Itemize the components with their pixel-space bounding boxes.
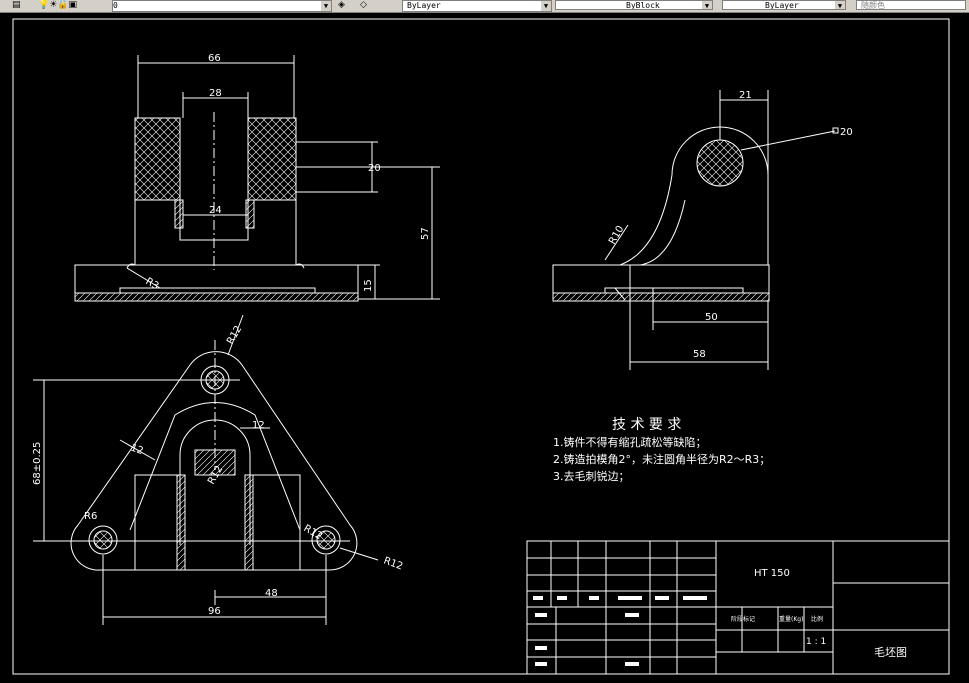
dim-d20: 20 (840, 127, 853, 138)
dim-58: 58 (693, 349, 706, 360)
dim-21: 21 (739, 90, 752, 101)
make-layer-current-icon[interactable]: ◈ (338, 0, 345, 11)
layer-previous-icon[interactable]: ◇ (360, 0, 367, 11)
tech-item-2: 2.铸造拍模角2°，未注圆角半径为R2～R3； (553, 452, 770, 466)
scale-label: 比例 (811, 615, 823, 623)
dim-r10: R10 (607, 224, 626, 247)
dim-66: 66 (208, 53, 221, 64)
tech-title: 技 术 要 求 (612, 417, 681, 433)
layer-state-icons[interactable]: 💡☀🔓▣ (38, 0, 77, 11)
side-hole (696, 139, 744, 187)
drawing-canvas[interactable]: 66 28 24 20 57 15 R3 21 20 R10 50 58 R12… (0, 13, 969, 683)
dim-r3: R3 (144, 276, 161, 292)
cad-drawing: 66 28 24 20 57 15 R3 21 20 R10 50 58 R12… (12, 18, 950, 675)
dim-12a: 12 (129, 442, 145, 457)
hatch-right (247, 117, 297, 201)
chevron-down-icon: ▼ (702, 1, 712, 9)
base-hatch (74, 292, 359, 302)
dim-r6: R6 (84, 511, 97, 522)
dim-28: 28 (209, 88, 222, 99)
chevron-down-icon: ▼ (835, 1, 845, 9)
linetype-value: ByBlock (626, 1, 660, 10)
material-label: HT 150 (754, 568, 790, 579)
chevron-down-icon: ▼ (541, 1, 551, 11)
dim-50: 50 (705, 312, 718, 323)
dim-15: 15 (363, 279, 374, 292)
plotstyle-dropdown[interactable]: 随颜色 (856, 0, 966, 10)
dim-48: 48 (265, 588, 278, 599)
side-arm (619, 126, 769, 266)
linetype-dropdown[interactable]: ByBlock ▼ (555, 0, 713, 10)
dim-12b: 12 (252, 420, 265, 431)
weight-label: 重量(Kg) (779, 615, 803, 623)
color-dropdown[interactable]: ByLayer ▼ (402, 0, 552, 12)
side-view (552, 90, 839, 370)
front-view (74, 55, 440, 302)
dim-r12-far: R12 (382, 555, 404, 572)
dim-24: 24 (209, 205, 222, 216)
tech-item-1: 1.铸件不得有缩孔疏松等缺陷； (553, 435, 707, 449)
scale-value: 1 : 1 (806, 637, 826, 647)
toolbar: ▤ 💡☀🔓▣ 0 ▼ ◈ ◇ ByLayer ▼ ByBlock ▼ ByLay… (0, 0, 969, 13)
dim-96: 96 (208, 606, 221, 617)
plotstyle-value: 随颜色 (861, 1, 885, 10)
stage-label: 阶段标记 (731, 615, 755, 623)
layer-manager-icon[interactable]: ▤ (12, 0, 21, 11)
dim-68: 68±0.25 (32, 442, 43, 485)
hatch-left (134, 117, 181, 201)
lineweight-dropdown[interactable]: ByLayer ▼ (722, 0, 846, 10)
drawing-border (12, 18, 950, 675)
layer-name: 0 (113, 1, 118, 10)
color-value: ByLayer (407, 1, 441, 10)
dim-57: 57 (420, 227, 431, 240)
top-view (33, 314, 379, 625)
tech-item-3: 3.去毛刺锐边； (553, 469, 630, 483)
lineweight-value: ByLayer (765, 1, 799, 10)
dim-20: 20 (368, 163, 381, 174)
layer-dropdown[interactable]: 0 ▼ (112, 0, 332, 12)
chevron-down-icon: ▼ (321, 1, 331, 11)
dim-r12-top: R12 (225, 324, 244, 347)
drawing-name: 毛坯图 (874, 646, 907, 659)
